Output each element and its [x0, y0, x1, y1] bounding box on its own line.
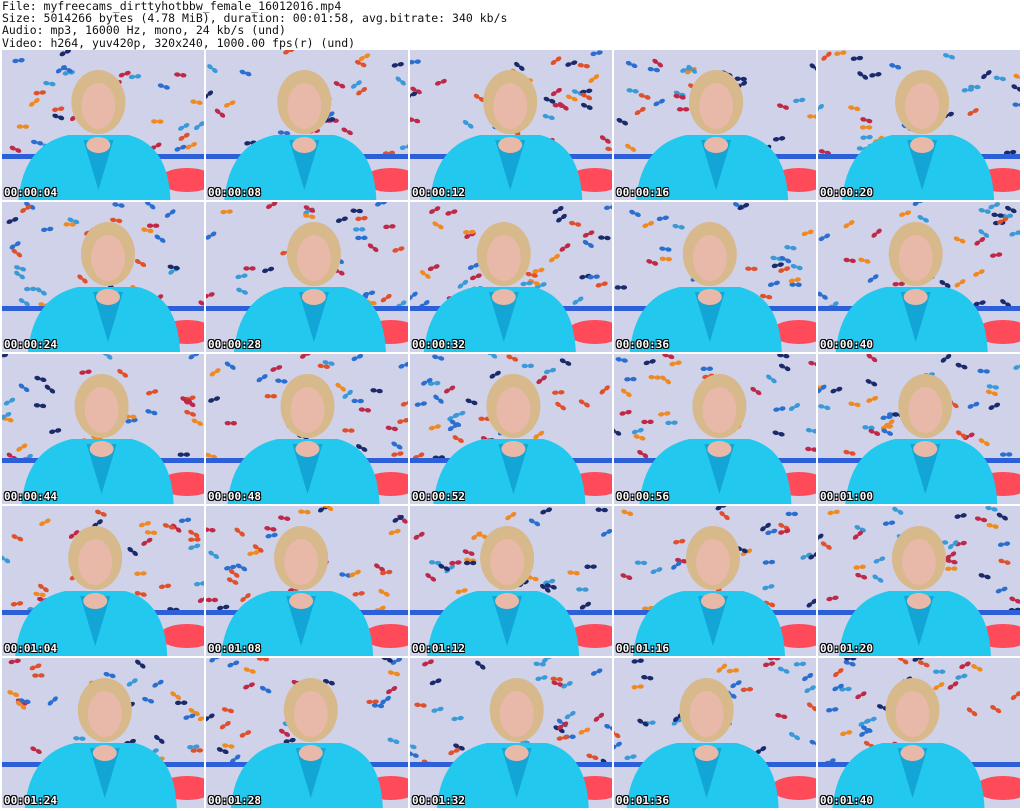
- video-thumbnail: 00:00:12: [410, 50, 612, 200]
- webcam-frame-image: [2, 50, 204, 200]
- webcam-frame-image: [2, 658, 204, 808]
- video-thumbnail: 00:00:20: [818, 50, 1020, 200]
- timestamp-label: 00:01:28: [208, 794, 261, 807]
- video-thumbnail: 00:00:16: [614, 50, 816, 200]
- timestamp-label: 00:00:44: [4, 490, 57, 503]
- timestamp-label: 00:00:24: [4, 338, 57, 351]
- timestamp-label: 00:01:04: [4, 642, 57, 655]
- timestamp-label: 00:00:04: [4, 186, 57, 199]
- timestamp-label: 00:01:32: [412, 794, 465, 807]
- webcam-frame-image: [206, 354, 408, 504]
- timestamp-label: 00:00:28: [208, 338, 261, 351]
- webcam-frame-image: [410, 658, 612, 808]
- webcam-frame-image: [2, 506, 204, 656]
- timestamp-label: 00:00:56: [616, 490, 669, 503]
- video-thumbnail: 00:00:48: [206, 354, 408, 504]
- video-thumbnail: 00:00:28: [206, 202, 408, 352]
- webcam-frame-image: [410, 354, 612, 504]
- webcam-frame-image: [818, 506, 1020, 656]
- timestamp-label: 00:01:12: [412, 642, 465, 655]
- video-thumbnail: 00:01:12: [410, 506, 612, 656]
- webcam-frame-image: [614, 50, 816, 200]
- video-thumbnail: 00:00:52: [410, 354, 612, 504]
- audio-info-line: Audio: mp3, 16000 Hz, mono, 24 kb/s (und…: [2, 23, 286, 38]
- webcam-frame-image: [206, 506, 408, 656]
- webcam-frame-image: [818, 354, 1020, 504]
- video-thumbnail: 00:01:32: [410, 658, 612, 808]
- timestamp-label: 00:00:36: [616, 338, 669, 351]
- video-thumbnail: 00:01:08: [206, 506, 408, 656]
- webcam-frame-image: [614, 354, 816, 504]
- video-info-line: Video: h264, yuv420p, 320x240, 1000.00 f…: [2, 35, 356, 50]
- video-thumbnail: 00:01:40: [818, 658, 1020, 808]
- webcam-frame-image: [410, 50, 612, 200]
- timestamp-label: 00:01:20: [820, 642, 873, 655]
- webcam-frame-image: [206, 658, 408, 808]
- timestamp-label: 00:01:16: [616, 642, 669, 655]
- video-thumbnail: 00:01:28: [206, 658, 408, 808]
- webcam-frame-image: [2, 354, 204, 504]
- video-thumbnail: 00:00:56: [614, 354, 816, 504]
- webcam-frame-image: [818, 202, 1020, 352]
- timestamp-label: 00:01:08: [208, 642, 261, 655]
- video-thumbnail: 00:01:00: [818, 354, 1020, 504]
- video-thumbnail: 00:01:16: [614, 506, 816, 656]
- webcam-frame-image: [818, 658, 1020, 808]
- timestamp-label: 00:00:32: [412, 338, 465, 351]
- video-thumbnail: 00:01:04: [2, 506, 204, 656]
- timestamp-label: 00:00:48: [208, 490, 261, 503]
- webcam-frame-image: [2, 202, 204, 352]
- timestamp-label: 00:01:36: [616, 794, 669, 807]
- timestamp-label: 00:01:00: [820, 490, 873, 503]
- video-thumbnail: 00:00:44: [2, 354, 204, 504]
- video-thumbnail: 00:01:20: [818, 506, 1020, 656]
- webcam-frame-image: [614, 506, 816, 656]
- timestamp-label: 00:00:20: [820, 186, 873, 199]
- video-thumbnail: 00:01:24: [2, 658, 204, 808]
- thumbnail-grid: 00:00:04 00:00:08 00:00:12 00:00:16 00:0…: [2, 50, 1022, 811]
- timestamp-label: 00:01:24: [4, 794, 57, 807]
- timestamp-label: 00:00:52: [412, 490, 465, 503]
- webcam-frame-image: [818, 50, 1020, 200]
- webcam-frame-image: [614, 658, 816, 808]
- video-thumbnail: 00:00:32: [410, 202, 612, 352]
- webcam-frame-image: [410, 202, 612, 352]
- video-thumbnail: 00:00:08: [206, 50, 408, 200]
- file-info-header: File: myfreecams_dirttyhotbbw_female_160…: [2, 0, 1022, 49]
- timestamp-label: 00:00:12: [412, 186, 465, 199]
- video-thumbnail: 00:01:36: [614, 658, 816, 808]
- video-thumbnail: 00:00:24: [2, 202, 204, 352]
- timestamp-label: 00:00:40: [820, 338, 873, 351]
- video-thumbnail: 00:00:40: [818, 202, 1020, 352]
- webcam-frame-image: [614, 202, 816, 352]
- video-thumbnail: 00:00:36: [614, 202, 816, 352]
- timestamp-label: 00:01:40: [820, 794, 873, 807]
- webcam-frame-image: [410, 506, 612, 656]
- timestamp-label: 00:00:16: [616, 186, 669, 199]
- video-thumbnail: 00:00:04: [2, 50, 204, 200]
- webcam-frame-image: [206, 202, 408, 352]
- timestamp-label: 00:00:08: [208, 186, 261, 199]
- webcam-frame-image: [206, 50, 408, 200]
